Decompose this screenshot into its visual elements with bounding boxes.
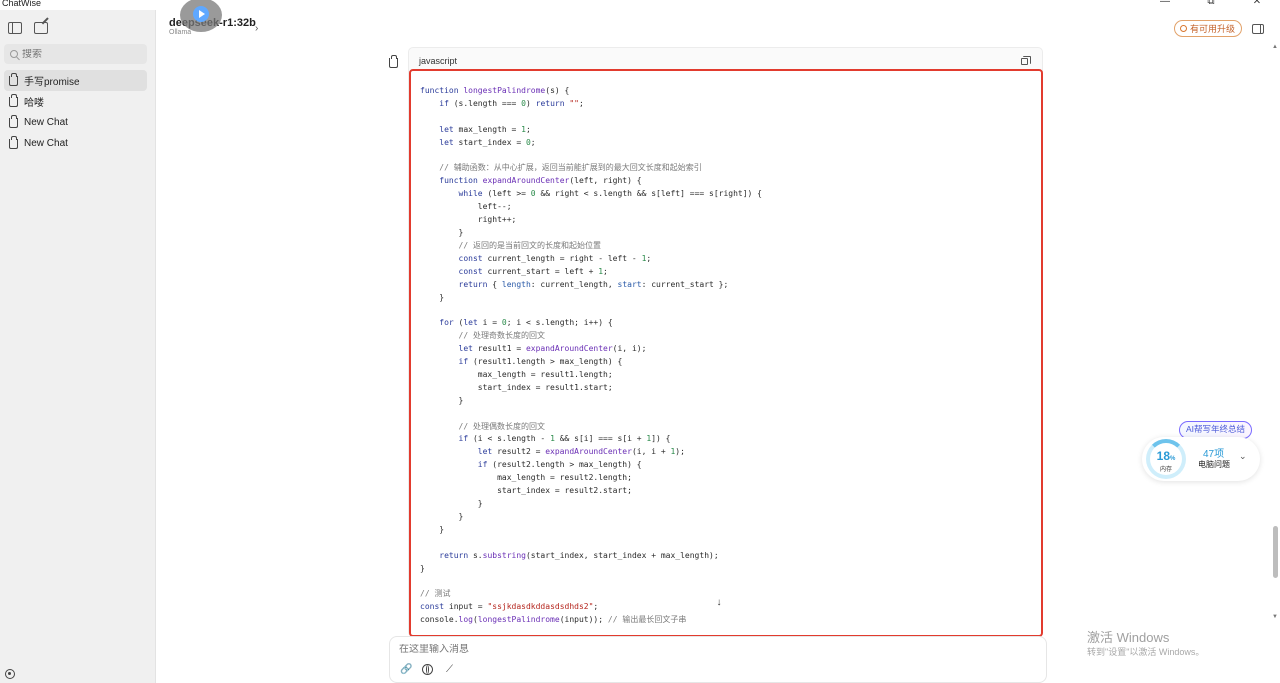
message-composer: 🔗 ⟋ <box>389 636 1047 683</box>
message-input[interactable] <box>399 644 999 655</box>
system-monitor-widget[interactable]: 18% 内存 47项 电脑问题 ⌄ <box>1142 437 1260 481</box>
minimize-button[interactable]: — <box>1142 0 1188 10</box>
chat-item-selected[interactable]: 手写promise <box>4 70 147 91</box>
chat-item-label: New Chat <box>24 117 68 128</box>
close-button[interactable]: ✕ <box>1234 0 1280 10</box>
composer-toolbar: 🔗 ⟋ <box>400 664 455 675</box>
attach-icon[interactable]: 🔗 <box>400 664 412 675</box>
memory-value: 18% <box>1156 449 1176 463</box>
app-window: ChatWise — ⧉ ✕ 手写promise 哈喽 <box>0 0 1280 683</box>
bot-icon <box>9 135 18 149</box>
bot-icon <box>9 93 18 107</box>
bot-icon <box>9 114 18 128</box>
activation-watermark-title: 激活 Windows <box>1087 630 1170 645</box>
issue-count: 47项 <box>1203 449 1225 460</box>
model-chevron-icon[interactable]: › <box>255 23 258 34</box>
app-title: ChatWise <box>2 0 42 8</box>
bot-icon <box>389 55 398 68</box>
chat-item[interactable]: New Chat <box>4 112 147 133</box>
window-controls: — ⧉ ✕ <box>1142 0 1280 10</box>
model-provider: Ollama <box>169 29 192 36</box>
issue-label: 电脑问题 <box>1198 460 1230 469</box>
code-highlight-frame: function longestPalindrome(s) { if (s.le… <box>409 69 1043 637</box>
toggle-sidebar-icon[interactable] <box>8 22 22 34</box>
search-icon <box>10 50 18 58</box>
chat-item[interactable]: New Chat <box>4 133 147 154</box>
scrollbar-thumb[interactable] <box>1273 526 1278 578</box>
scroll-to-bottom-button[interactable]: ↓ <box>713 597 725 609</box>
update-icon <box>1180 25 1187 32</box>
sidebar: 手写promise 哈喽 New Chat New Chat <box>0 10 156 683</box>
web-search-icon[interactable] <box>422 664 433 675</box>
code-language: javascript <box>419 56 458 66</box>
chat-item[interactable]: 哈喽 <box>4 91 147 112</box>
new-chat-icon[interactable] <box>34 22 48 34</box>
scroll-down-arrow[interactable]: ▼ <box>1272 614 1278 620</box>
chat-header: deepseek-r1:32b Ollama › 有可用升级 <box>156 0 1280 44</box>
chat-item-label: 手写promise <box>24 77 80 88</box>
upgrade-label: 有可用升级 <box>1190 24 1236 34</box>
assistant-avatar <box>388 55 400 68</box>
scroll-up-arrow[interactable]: ▲ <box>1272 44 1278 50</box>
bot-icon <box>9 72 18 86</box>
maximize-button[interactable]: ⧉ <box>1188 0 1234 10</box>
search-box[interactable] <box>4 44 147 64</box>
memory-label: 内存 <box>1159 467 1172 473</box>
chat-item-label: New Chat <box>24 138 68 149</box>
chat-list: 手写promise 哈喽 New Chat New Chat <box>4 70 147 154</box>
right-panel-icon[interactable] <box>1252 24 1264 34</box>
settings-icon[interactable] <box>5 669 15 679</box>
activation-watermark-subtitle: 转到"设置"以激活 Windows。 <box>1087 647 1205 657</box>
play-icon <box>193 6 209 22</box>
code-content: function longestPalindrome(s) { if (s.le… <box>420 86 762 625</box>
memory-gauge: 18% 内存 <box>1146 439 1186 479</box>
upgrade-button[interactable]: 有可用升级 <box>1174 20 1243 37</box>
chat-item-label: 哈喽 <box>24 98 44 109</box>
search-input[interactable] <box>22 48 132 60</box>
chevron-down-icon[interactable]: ⌄ <box>1239 451 1247 462</box>
sidebar-toolbar <box>8 22 48 34</box>
clear-icon[interactable]: ⟋ <box>444 664 455 675</box>
copy-icon[interactable] <box>1021 56 1031 65</box>
